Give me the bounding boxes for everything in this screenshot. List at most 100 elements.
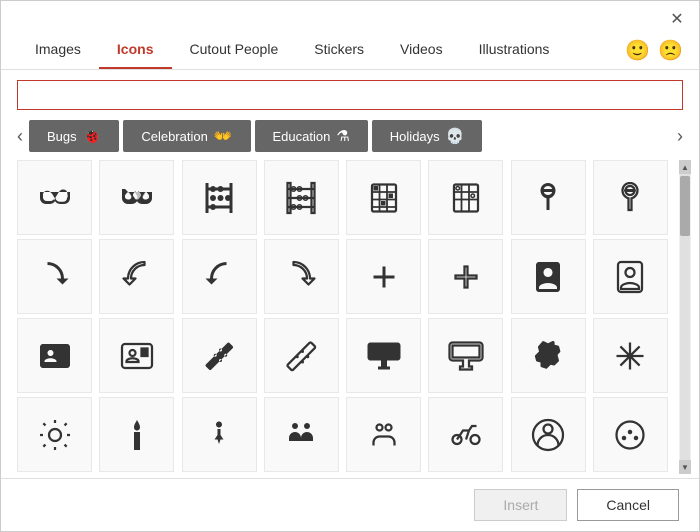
insert-dialog: ✕ Images Icons Cutout People Stickers Vi… bbox=[0, 0, 700, 532]
icon-arrow-curved-right2[interactable] bbox=[99, 239, 174, 314]
icon-person-group2[interactable] bbox=[346, 397, 421, 472]
education-label: Education bbox=[273, 129, 331, 144]
icon-circle-dots[interactable] bbox=[593, 397, 668, 472]
icon-bandage-filled[interactable] bbox=[182, 318, 257, 393]
icon-svg bbox=[612, 259, 648, 295]
icon-svg bbox=[201, 338, 237, 374]
cat-next-button[interactable]: › bbox=[671, 122, 689, 151]
cat-holidays-button[interactable]: Holidays 💀 bbox=[372, 120, 483, 152]
icon-svg bbox=[366, 259, 402, 295]
tab-stickers[interactable]: Stickers bbox=[296, 31, 382, 69]
icon-svg bbox=[448, 180, 484, 216]
icon-svg bbox=[201, 259, 237, 295]
icon-id-card-outline[interactable] bbox=[99, 318, 174, 393]
icon-arrow-curved-left2[interactable] bbox=[264, 239, 339, 314]
happy-icon[interactable]: 🙂 bbox=[625, 38, 650, 63]
icon-svg bbox=[612, 180, 648, 216]
icon-svg bbox=[119, 417, 155, 453]
icon-figurine[interactable] bbox=[182, 397, 257, 472]
icon-svg bbox=[119, 180, 155, 216]
icon-svg bbox=[37, 259, 73, 295]
icon-snowflake-outline[interactable] bbox=[593, 318, 668, 393]
footer-row: Insert Cancel bbox=[1, 478, 699, 531]
icon-svg bbox=[612, 417, 648, 453]
icon-arrow-curved-right[interactable] bbox=[17, 239, 92, 314]
tab-icons[interactable]: Icons bbox=[99, 31, 172, 69]
icon-svg bbox=[201, 417, 237, 453]
icon-svg bbox=[37, 180, 73, 216]
icon-bandage-outline[interactable] bbox=[264, 318, 339, 393]
icon-candle[interactable] bbox=[99, 397, 174, 472]
icon-svg bbox=[448, 417, 484, 453]
icon-sun-outline[interactable] bbox=[17, 397, 92, 472]
scrollbar[interactable]: ▲ ▼ bbox=[679, 160, 691, 474]
scroll-thumb[interactable] bbox=[680, 176, 690, 236]
icon-svg bbox=[37, 338, 73, 374]
tab-videos[interactable]: Videos bbox=[382, 31, 461, 69]
scroll-track[interactable] bbox=[680, 174, 690, 460]
icon-bicycle[interactable] bbox=[428, 397, 503, 472]
icon-svg bbox=[366, 338, 402, 374]
holidays-emoji: 💀 bbox=[446, 127, 465, 145]
icon-svg bbox=[283, 338, 319, 374]
icon-svg bbox=[119, 259, 155, 295]
icon-abacus-filled[interactable] bbox=[182, 160, 257, 235]
icon-svg bbox=[119, 338, 155, 374]
icon-svg bbox=[37, 417, 73, 453]
icon-svg bbox=[530, 338, 566, 374]
categories-row: ‹ Bugs 🐞 Celebration 👐 Education ⚗ Holid… bbox=[1, 116, 699, 156]
search-input[interactable] bbox=[17, 80, 683, 110]
tab-illustrations[interactable]: Illustrations bbox=[461, 31, 568, 69]
tabs-left: Images Icons Cutout People Stickers Vide… bbox=[17, 31, 567, 69]
cat-education-button[interactable]: Education ⚗ bbox=[255, 120, 368, 152]
icon-address-book-outline[interactable] bbox=[593, 239, 668, 314]
celebration-emoji: 👐 bbox=[214, 127, 233, 145]
icon-acorn-outline[interactable] bbox=[593, 160, 668, 235]
icon-plus-filled[interactable] bbox=[346, 239, 421, 314]
icon-svg bbox=[448, 338, 484, 374]
bugs-emoji: 🐞 bbox=[83, 127, 102, 145]
cat-list: Bugs 🐞 Celebration 👐 Education ⚗ Holiday… bbox=[29, 120, 671, 152]
icons-grid-container: ▲ ▼ bbox=[1, 156, 699, 478]
icon-billboard-outline[interactable] bbox=[428, 318, 503, 393]
icon-abacus2-filled[interactable] bbox=[346, 160, 421, 235]
holidays-label: Holidays bbox=[390, 129, 440, 144]
icon-svg bbox=[530, 259, 566, 295]
scroll-up-arrow[interactable]: ▲ bbox=[679, 160, 691, 174]
icon-africa-filled[interactable] bbox=[511, 318, 586, 393]
cat-bugs-button[interactable]: Bugs 🐞 bbox=[29, 120, 119, 152]
icon-abacus2-outline[interactable] bbox=[428, 160, 503, 235]
icon-svg bbox=[201, 180, 237, 216]
search-row bbox=[1, 70, 699, 116]
icon-svg bbox=[530, 180, 566, 216]
cat-prev-button[interactable]: ‹ bbox=[11, 122, 29, 151]
insert-button[interactable]: Insert bbox=[474, 489, 567, 521]
bugs-label: Bugs bbox=[47, 129, 77, 144]
icon-svg bbox=[283, 417, 319, 453]
tabs-row: Images Icons Cutout People Stickers Vide… bbox=[1, 31, 699, 70]
icon-3d-glasses-filled[interactable] bbox=[17, 160, 92, 235]
icon-acorn-filled[interactable] bbox=[511, 160, 586, 235]
icon-abacus-outline[interactable] bbox=[264, 160, 339, 235]
icon-3d-glasses-outline[interactable] bbox=[99, 160, 174, 235]
tab-images[interactable]: Images bbox=[17, 31, 99, 69]
icon-person-group[interactable] bbox=[264, 397, 339, 472]
icon-svg bbox=[366, 180, 402, 216]
cat-celebration-button[interactable]: Celebration 👐 bbox=[123, 120, 250, 152]
celebration-label: Celebration bbox=[141, 129, 208, 144]
tab-cutout-people[interactable]: Cutout People bbox=[172, 31, 297, 69]
icon-svg bbox=[612, 338, 648, 374]
icon-plus-outline[interactable] bbox=[428, 239, 503, 314]
icon-address-book-filled[interactable] bbox=[511, 239, 586, 314]
icon-id-card-filled[interactable] bbox=[17, 318, 92, 393]
icon-svg bbox=[530, 417, 566, 453]
icon-arrow-curved-left[interactable] bbox=[182, 239, 257, 314]
icon-person-circle[interactable] bbox=[511, 397, 586, 472]
icon-billboard-filled[interactable] bbox=[346, 318, 421, 393]
cancel-button[interactable]: Cancel bbox=[577, 489, 679, 521]
scroll-down-arrow[interactable]: ▼ bbox=[679, 460, 691, 474]
icon-svg bbox=[283, 259, 319, 295]
close-button[interactable]: ✕ bbox=[665, 7, 689, 31]
sad-icon[interactable]: 🙁 bbox=[658, 38, 683, 63]
icon-svg bbox=[366, 417, 402, 453]
